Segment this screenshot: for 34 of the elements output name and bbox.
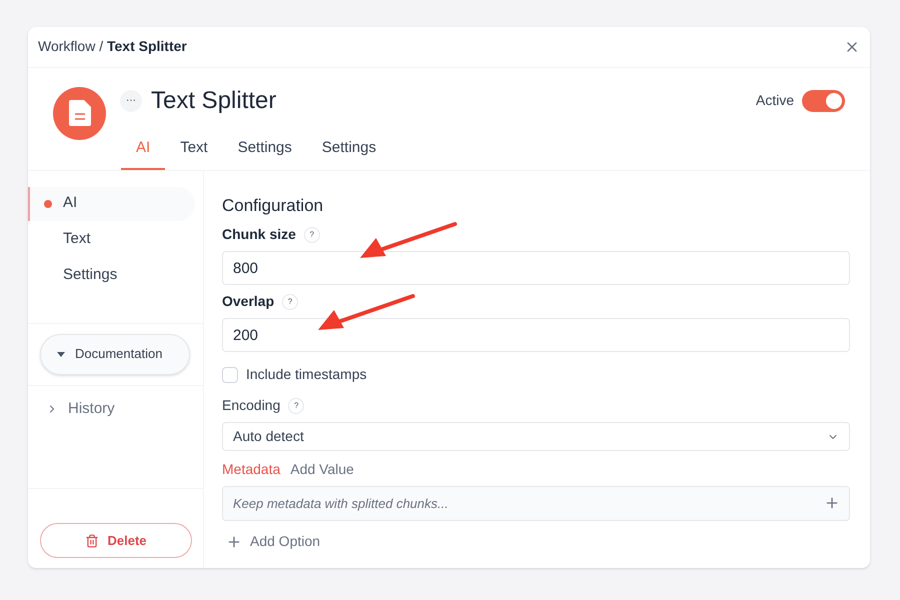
help-badge[interactable]: ? xyxy=(282,294,298,310)
delete-button[interactable]: Delete xyxy=(40,523,192,558)
trash-icon xyxy=(85,534,100,548)
active-toggle[interactable] xyxy=(802,90,845,112)
field-label: Overlap xyxy=(222,292,274,311)
tab[interactable]: Settings xyxy=(222,137,307,170)
field-label: Encoding xyxy=(222,396,280,415)
metadata-tab[interactable]: Add Value xyxy=(290,459,354,480)
add-option-button[interactable]: Add Option xyxy=(222,531,850,552)
field-label: Chunk size xyxy=(222,225,296,244)
section-heading: Configuration xyxy=(222,194,324,216)
encoding-select[interactable]: Auto detect xyxy=(222,422,850,451)
history-row[interactable]: History xyxy=(40,398,191,420)
metadata-tab[interactable]: Metadata xyxy=(222,459,280,480)
node-title: Text Splitter xyxy=(151,86,276,116)
more-button[interactable]: ··· xyxy=(120,90,142,112)
sidebar-item[interactable]: Settings xyxy=(28,258,195,292)
input-field[interactable]: 800 xyxy=(222,251,850,285)
help-badge[interactable]: ? xyxy=(304,226,320,242)
metadata-input[interactable]: Keep metadata with splitted chunks... xyxy=(222,486,850,521)
caret-down-icon xyxy=(57,352,65,356)
sidebar-item[interactable]: Text xyxy=(28,222,195,256)
tab[interactable]: Text xyxy=(165,137,223,170)
checkbox[interactable] xyxy=(222,366,238,382)
add-icon[interactable] xyxy=(824,495,840,511)
help-badge[interactable]: ? xyxy=(288,398,304,414)
input-field[interactable]: 200 xyxy=(222,318,850,352)
documentation-toggle[interactable]: Documentation xyxy=(40,334,190,374)
active-label: Active xyxy=(756,91,794,110)
checkbox-label: Include timestamps xyxy=(246,365,367,384)
breadcrumb: Workflow / Text Splitter xyxy=(38,37,187,56)
tab[interactable]: Settings xyxy=(306,137,392,170)
sidebar-item[interactable]: AI xyxy=(28,186,195,220)
plus-icon xyxy=(226,534,242,550)
